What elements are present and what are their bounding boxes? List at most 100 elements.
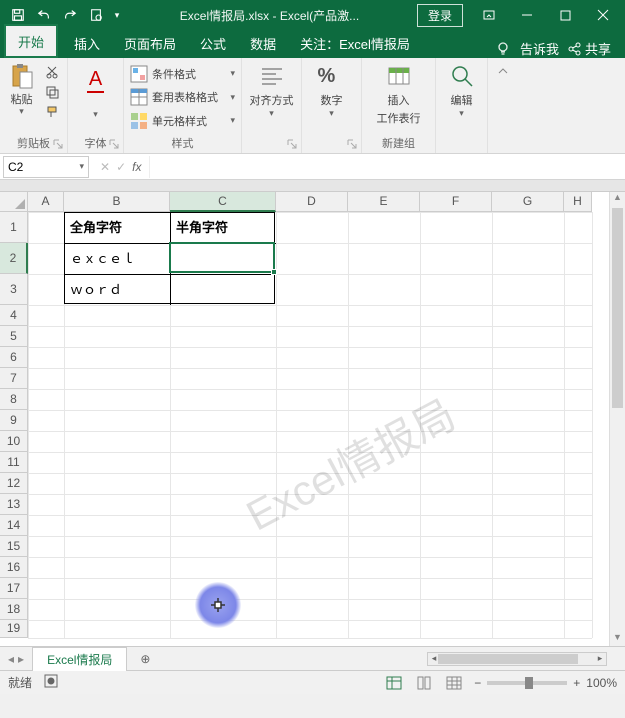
format-painter-button[interactable] bbox=[41, 102, 63, 122]
dialog-launcher-icon[interactable] bbox=[346, 138, 358, 150]
group-number: % 数字▾ bbox=[302, 58, 362, 153]
title-bar: ▾ Excel情报局.xlsx - Excel(产品激... 登录 bbox=[0, 0, 625, 30]
lightbulb-icon[interactable] bbox=[494, 40, 512, 58]
row-header-5[interactable]: 5 bbox=[0, 326, 28, 347]
dropdown-icon[interactable]: ▾ bbox=[79, 161, 84, 172]
conditional-format-button[interactable]: 条件格式▾ bbox=[130, 62, 235, 85]
cells-area[interactable]: 全角字符半角字符ｅｘｃｅｌｗｏｒｄ bbox=[28, 212, 592, 638]
cell-styles-button[interactable]: 单元格样式▾ bbox=[130, 109, 235, 132]
scroll-thumb[interactable] bbox=[438, 654, 578, 664]
formula-input[interactable] bbox=[149, 156, 625, 178]
insert-cells-button[interactable]: 插入 工作表行 bbox=[377, 62, 421, 126]
file-name: Excel情报局.xlsx bbox=[180, 9, 269, 23]
dialog-launcher-icon[interactable] bbox=[52, 138, 64, 150]
row-header-8[interactable]: 8 bbox=[0, 389, 28, 410]
scroll-right-icon[interactable]: ▸ bbox=[594, 653, 606, 665]
name-box[interactable]: C2 ▾ bbox=[3, 156, 89, 178]
sheet-nav[interactable]: ◂▸ bbox=[0, 652, 32, 666]
row-header-11[interactable]: 11 bbox=[0, 452, 28, 473]
row-header-10[interactable]: 10 bbox=[0, 431, 28, 452]
row-headers[interactable]: 12345678910111213141516171819 bbox=[0, 212, 28, 638]
collapse-ribbon-button[interactable] bbox=[488, 58, 518, 153]
row-header-9[interactable]: 9 bbox=[0, 410, 28, 431]
select-all-button[interactable] bbox=[0, 192, 28, 212]
row-header-18[interactable]: 18 bbox=[0, 599, 28, 620]
maximize-button[interactable] bbox=[547, 2, 583, 28]
fill-handle[interactable] bbox=[271, 269, 277, 275]
tab-data[interactable]: 数据 bbox=[238, 28, 288, 58]
worksheet-grid[interactable]: ABCDEFGH 12345678910111213141516171819 全… bbox=[0, 192, 625, 646]
row-header-7[interactable]: 7 bbox=[0, 368, 28, 389]
paste-button[interactable]: 粘贴 ▾ bbox=[5, 62, 39, 122]
row-header-15[interactable]: 15 bbox=[0, 536, 28, 557]
ribbon-tabs: 文件 开始 插入 页面布局 公式 数据 关注：Excel情报局 告诉我 共享 bbox=[0, 30, 625, 58]
vertical-scrollbar[interactable]: ▲ ▼ bbox=[609, 192, 625, 646]
group-clipboard: 粘贴 ▾ 剪贴板 bbox=[0, 58, 68, 153]
ribbon-options-button[interactable] bbox=[471, 2, 507, 28]
page-break-view-button[interactable] bbox=[444, 674, 464, 692]
copy-button[interactable] bbox=[41, 82, 63, 102]
editing-button[interactable]: 编辑▾ bbox=[448, 62, 476, 119]
document-title: Excel情报局.xlsx - Excel(产品激... bbox=[130, 7, 409, 24]
zoom-slider[interactable] bbox=[487, 681, 567, 685]
row-header-1[interactable]: 1 bbox=[0, 212, 28, 243]
col-header-G[interactable]: G bbox=[492, 192, 564, 212]
tab-formulas[interactable]: 公式 bbox=[188, 28, 238, 58]
number-format-button[interactable]: % 数字▾ bbox=[318, 62, 346, 119]
table-format-button[interactable]: 套用表格格式▾ bbox=[130, 86, 235, 109]
cut-button[interactable] bbox=[41, 62, 63, 82]
col-header-B[interactable]: B bbox=[64, 192, 170, 212]
redo-dropdown[interactable] bbox=[58, 3, 82, 27]
dialog-launcher-icon[interactable] bbox=[108, 138, 120, 150]
enter-formula-button: ✓ bbox=[116, 160, 126, 174]
font-button[interactable]: A bbox=[78, 62, 114, 98]
page-layout-view-button[interactable] bbox=[414, 674, 434, 692]
sheet-tab[interactable]: Excel情报局 bbox=[32, 647, 127, 671]
cancel-formula-button: ✕ bbox=[100, 160, 110, 174]
tab-attention[interactable]: 关注：Excel情报局 bbox=[288, 28, 422, 58]
row-header-16[interactable]: 16 bbox=[0, 557, 28, 578]
row-header-17[interactable]: 17 bbox=[0, 578, 28, 599]
zoom-out-button[interactable]: − bbox=[474, 676, 481, 690]
row-header-14[interactable]: 14 bbox=[0, 515, 28, 536]
print-preview-button[interactable] bbox=[84, 3, 108, 27]
login-button[interactable]: 登录 bbox=[417, 4, 463, 27]
col-header-F[interactable]: F bbox=[420, 192, 492, 212]
new-sheet-button[interactable]: ⊕ bbox=[133, 649, 157, 669]
tab-home[interactable]: 开始 bbox=[4, 24, 58, 58]
row-header-4[interactable]: 4 bbox=[0, 305, 28, 326]
dialog-launcher-icon[interactable] bbox=[286, 138, 298, 150]
active-cell[interactable] bbox=[169, 242, 275, 273]
alignment-button[interactable]: 对齐方式▾ bbox=[250, 62, 294, 119]
row-header-6[interactable]: 6 bbox=[0, 347, 28, 368]
column-headers[interactable]: ABCDEFGH bbox=[28, 192, 592, 212]
scroll-up-icon[interactable]: ▲ bbox=[610, 192, 625, 206]
status-bar: 就绪 − + 100% bbox=[0, 670, 625, 694]
row-header-12[interactable]: 12 bbox=[0, 473, 28, 494]
col-header-E[interactable]: E bbox=[348, 192, 420, 212]
col-header-A[interactable]: A bbox=[28, 192, 64, 212]
col-header-C[interactable]: C bbox=[170, 192, 276, 212]
row-header-13[interactable]: 13 bbox=[0, 494, 28, 515]
col-header-D[interactable]: D bbox=[276, 192, 348, 212]
minimize-button[interactable] bbox=[509, 2, 545, 28]
row-header-2[interactable]: 2 bbox=[0, 243, 28, 274]
macro-record-button[interactable] bbox=[44, 674, 58, 691]
zoom-control[interactable]: − + 100% bbox=[474, 676, 617, 690]
tab-layout[interactable]: 页面布局 bbox=[112, 28, 188, 58]
normal-view-button[interactable] bbox=[384, 674, 404, 692]
row-header-19[interactable]: 19 bbox=[0, 620, 28, 638]
share-button[interactable]: 共享 bbox=[567, 39, 611, 58]
scroll-down-icon[interactable]: ▼ bbox=[610, 632, 625, 646]
tell-me[interactable]: 告诉我 bbox=[520, 39, 559, 58]
dropdown-icon[interactable]: ▾ bbox=[93, 109, 98, 120]
row-header-3[interactable]: 3 bbox=[0, 274, 28, 305]
insert-function-button[interactable]: fx bbox=[132, 160, 141, 174]
scroll-thumb[interactable] bbox=[612, 208, 623, 408]
close-button[interactable] bbox=[585, 2, 621, 28]
col-header-H[interactable]: H bbox=[564, 192, 592, 212]
tab-insert[interactable]: 插入 bbox=[62, 28, 112, 58]
qat-customize[interactable]: ▾ bbox=[110, 3, 124, 27]
horizontal-scrollbar[interactable]: ◂ ▸ bbox=[427, 652, 607, 666]
zoom-in-button[interactable]: + bbox=[573, 676, 580, 690]
